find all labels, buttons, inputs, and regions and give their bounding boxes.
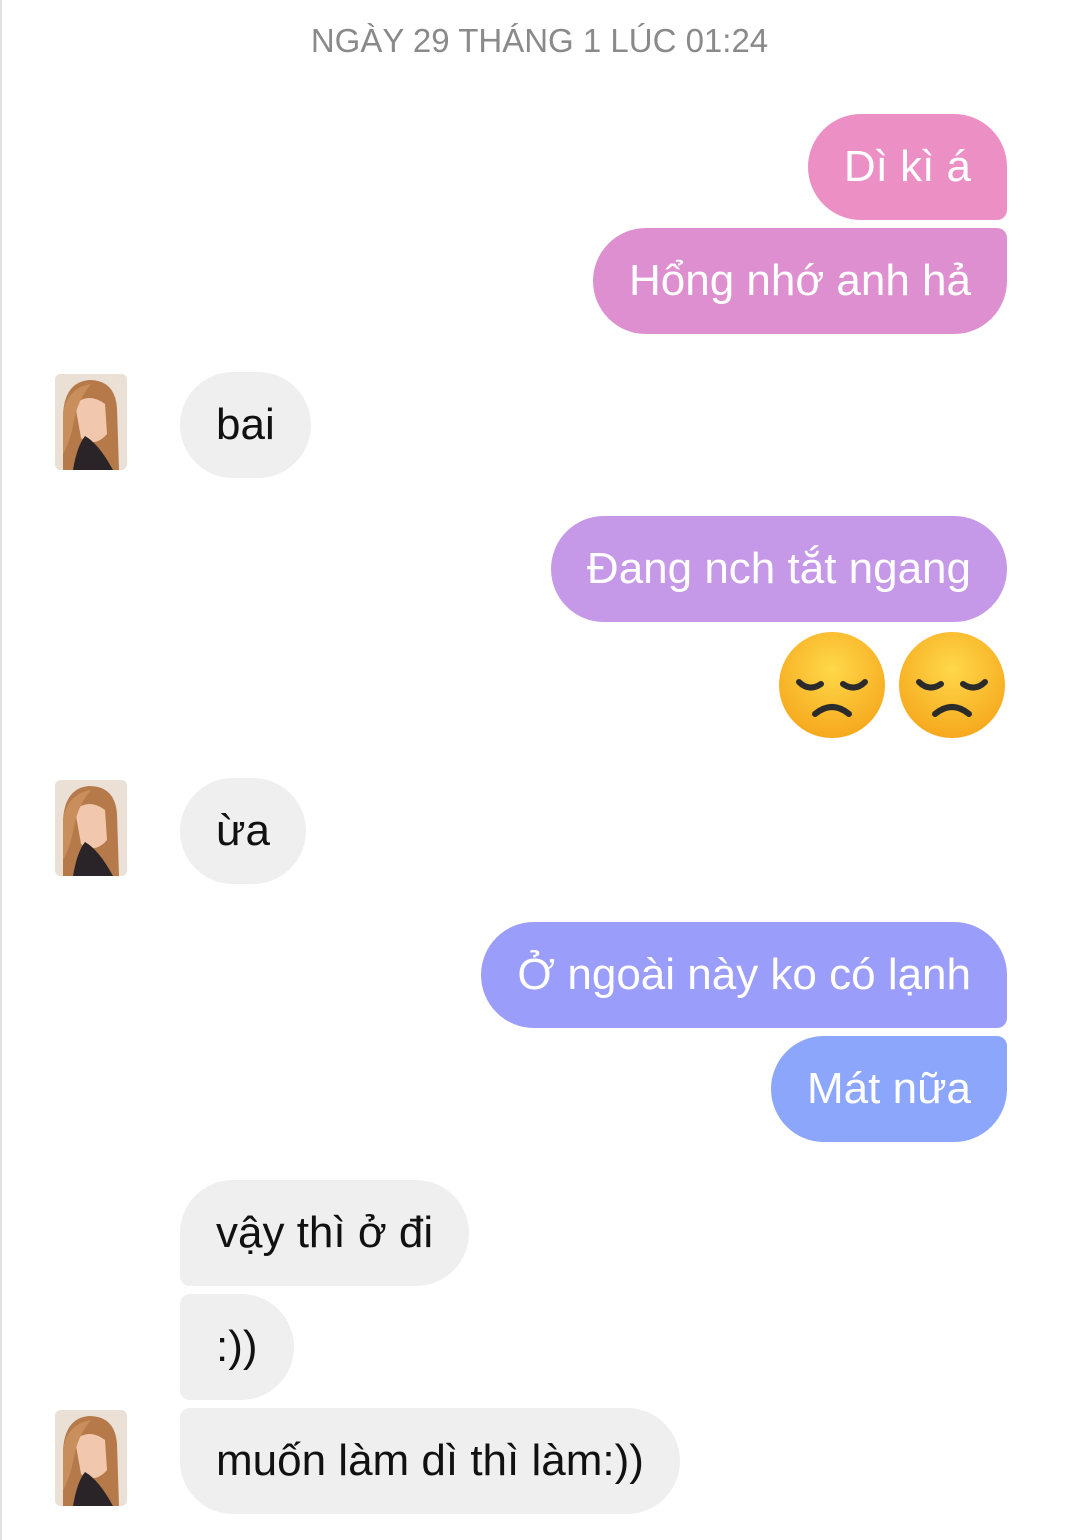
message-text: bai — [216, 400, 275, 449]
left-edge-divider — [0, 0, 2, 1540]
received-message-bubble[interactable]: :)) — [180, 1294, 294, 1400]
sent-emoji-message[interactable] — [777, 630, 1007, 740]
message-text: Ở ngoài này ko có lạnh — [517, 950, 971, 999]
message-text: Đang nch tắt ngang — [586, 544, 971, 593]
message-text: :)) — [216, 1322, 258, 1371]
contact-avatar[interactable] — [55, 374, 127, 470]
message-text: ừa — [216, 806, 270, 855]
contact-avatar[interactable] — [55, 1410, 127, 1506]
message-text: Dì kì á — [843, 142, 971, 191]
message-timestamp: NGÀY 29 THÁNG 1 LÚC 01:24 — [310, 22, 769, 59]
chat-thread: NGÀY 29 THÁNG 1 LÚC 01:24 Dì kì á Hổng n… — [0, 0, 1079, 1540]
pensive-face-icon — [777, 630, 887, 740]
sent-message-bubble[interactable]: Ở ngoài này ko có lạnh — [481, 922, 1007, 1028]
pensive-face-icon — [897, 630, 1007, 740]
received-message-bubble[interactable]: ừa — [180, 778, 306, 884]
message-text: Hổng nhớ anh hả — [628, 256, 971, 305]
sent-message-bubble[interactable]: Mát nữa — [771, 1036, 1007, 1142]
sent-message-bubble[interactable]: Đang nch tắt ngang — [550, 516, 1007, 622]
received-message-bubble[interactable]: muốn làm dì thì làm:)) — [180, 1408, 680, 1514]
sent-message-bubble[interactable]: Dì kì á — [807, 114, 1007, 220]
received-message-bubble[interactable]: bai — [180, 372, 311, 478]
received-message-bubble[interactable]: vậy thì ở đi — [180, 1180, 470, 1286]
contact-avatar[interactable] — [55, 780, 127, 876]
message-text: Mát nữa — [807, 1064, 971, 1113]
message-text: muốn làm dì thì làm:)) — [216, 1436, 644, 1485]
message-text: vậy thì ở đi — [216, 1208, 434, 1257]
sent-message-bubble[interactable]: Hổng nhớ anh hả — [592, 228, 1007, 334]
